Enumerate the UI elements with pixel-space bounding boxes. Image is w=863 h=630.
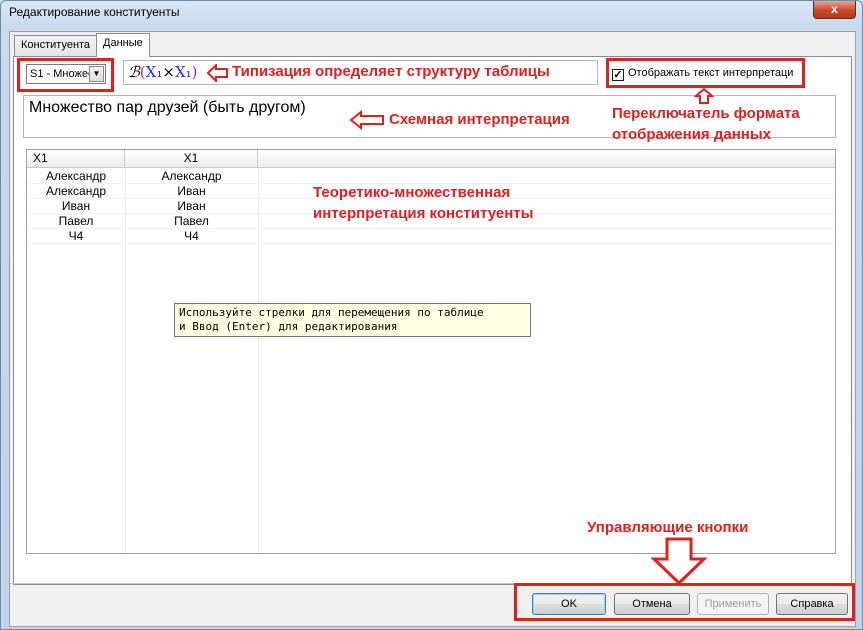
annotation-controls: Управляющие кнопки: [587, 519, 749, 536]
arrow-left-icon: [349, 110, 384, 130]
table-cell[interactable]: Ч4: [27, 229, 125, 244]
title-bar[interactable]: Редактирование конституенты x: [1, 1, 862, 27]
table-cell[interactable]: Павел: [125, 214, 258, 229]
annotation-theoretic-line-1: Теоретико-множественная: [313, 184, 511, 201]
window-title: Редактирование конституенты: [9, 5, 180, 19]
arrow-left-icon: [207, 64, 228, 82]
typification-operator: ×: [162, 63, 175, 81]
table-cell[interactable]: Иван: [125, 184, 258, 199]
typification-close-paren: ): [191, 63, 198, 81]
annotation-schematic: Схемная интерпретация: [389, 111, 570, 128]
annotation-theoretic: Теоретико-множественная интерпретация ко…: [313, 182, 533, 224]
close-button[interactable]: x: [813, 1, 856, 19]
annotation-typification: Типизация определяет структуру таблицы: [232, 63, 550, 80]
grid-header: X1 X1: [27, 150, 835, 168]
table-cell[interactable]: Ч4: [125, 229, 258, 244]
typification-boolean: ℬ: [128, 63, 140, 81]
table-cell[interactable]: Иван: [125, 199, 258, 214]
typification-var-1: X₁: [145, 63, 163, 81]
tab-data[interactable]: Данные: [96, 33, 150, 57]
annotation-theoretic-line-2: интерпретация конституенты: [313, 205, 534, 222]
annotation-toggle-line-1: Переключатель формата: [612, 105, 800, 122]
table-row[interactable]: Ч4 Ч4: [27, 229, 835, 244]
table-cell[interactable]: Александр: [27, 184, 125, 199]
close-icon: x: [831, 2, 838, 16]
column-header-1[interactable]: X1: [27, 150, 125, 168]
table-cell[interactable]: Павел: [27, 214, 125, 229]
table-cell[interactable]: Александр: [27, 169, 125, 184]
tab-constituent[interactable]: Конституента: [14, 35, 98, 56]
annotation-toggle-line-2: отображения данных: [612, 126, 771, 143]
annotation-box-type-select: [17, 58, 114, 92]
grid-tooltip: Используйте стрелки для перемещения по т…: [174, 303, 531, 337]
typification-var-2: X₁: [174, 63, 192, 81]
annotation-box-controls: [514, 583, 855, 621]
table-cell[interactable]: Иван: [27, 199, 125, 214]
arrow-down-icon: [651, 537, 707, 585]
column-header-2[interactable]: X1: [125, 150, 258, 168]
annotation-box-checkbox: [606, 58, 805, 88]
tooltip-line-2: и Ввод (Enter) для редактирования: [179, 320, 398, 333]
tooltip-line-1: Используйте стрелки для перемещения по т…: [179, 306, 484, 319]
annotation-toggle: Переключатель формата отображения данных: [612, 103, 800, 145]
arrow-up-icon: [694, 88, 714, 104]
table-cell[interactable]: Александр: [125, 169, 258, 184]
